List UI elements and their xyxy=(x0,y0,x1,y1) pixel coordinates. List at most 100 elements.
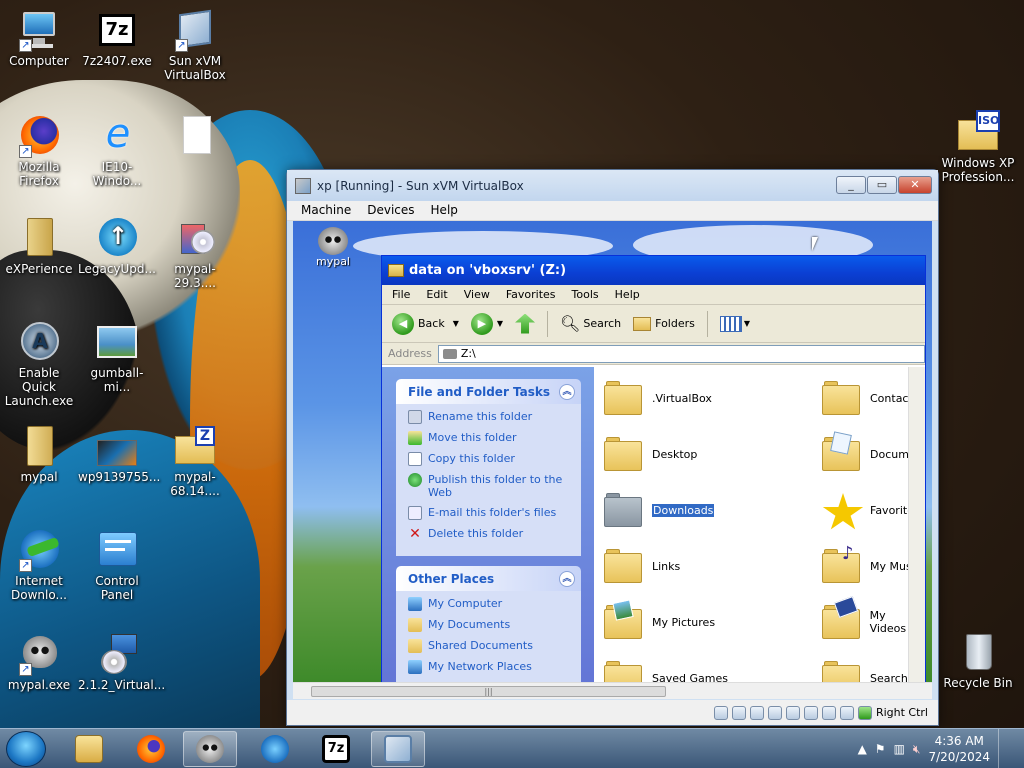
start-button[interactable] xyxy=(6,731,46,767)
desktop-icon-7z2407[interactable]: 7z 7z2407.exe xyxy=(78,8,156,68)
chevron-down-icon[interactable]: ▼ xyxy=(497,319,503,328)
place-shared-documents[interactable]: Shared Documents xyxy=(408,639,573,653)
taskbar-item-internet-download-manager[interactable] xyxy=(248,731,302,767)
file-item-links[interactable]: Links xyxy=(604,549,680,583)
show-desktop-button[interactable] xyxy=(998,729,1010,768)
virtualbox-titlebar[interactable]: xp [Running] - Sun xVM VirtualBox _ ▭ ✕ xyxy=(287,170,938,201)
up-folder-button[interactable] xyxy=(511,309,539,339)
usb-icon[interactable] xyxy=(785,705,800,720)
explorer-titlebar[interactable]: data on 'vboxsrv' (Z:) xyxy=(382,256,925,285)
desktop-icon-enable-quick-launch[interactable]: A Enable Quick Launch.exe xyxy=(0,320,78,408)
views-button[interactable]: ▼ xyxy=(716,309,754,339)
desktop-icon-mypal-zip[interactable]: Z mypal-68.14.... xyxy=(156,424,234,498)
desktop-icon-blank-file[interactable] xyxy=(156,114,234,160)
task-move-folder[interactable]: Move this folder xyxy=(408,431,573,445)
desktop-icon-control-panel[interactable]: Control Panel xyxy=(78,528,156,602)
taskbar-item-firefox[interactable] xyxy=(124,731,178,767)
desktop-icon-recycle-bin[interactable]: Recycle Bin xyxy=(935,630,1021,690)
folders-button[interactable]: Folders xyxy=(629,309,699,339)
desktop-icon-mypal-installer[interactable]: mypal-29.3.... xyxy=(156,216,234,290)
desktop-icon-firefox[interactable]: ↗ Mozilla Firefox xyxy=(0,114,78,188)
image-file-icon xyxy=(95,320,139,364)
desktop-icon-experience[interactable]: eXPerience xyxy=(0,216,78,276)
back-button[interactable]: ◀ Back ▼ xyxy=(388,309,463,339)
guest-display[interactable]: mypal data on 'vboxsrv' (Z:) File Edit V… xyxy=(293,221,932,682)
taskbar-item-explorer[interactable] xyxy=(62,731,116,767)
menu-help[interactable]: Help xyxy=(607,285,648,304)
menu-machine[interactable]: Machine xyxy=(293,201,359,220)
action-center-flag-icon[interactable]: ⚑ xyxy=(875,742,886,756)
network-icon[interactable] xyxy=(767,705,782,720)
menu-devices[interactable]: Devices xyxy=(359,201,422,220)
network-tray-icon[interactable]: ▥ xyxy=(894,742,905,756)
desktop-icon-ie10[interactable]: e IE10-Windo... xyxy=(78,114,156,188)
shared-folders-icon[interactable] xyxy=(803,705,818,720)
place-my-computer[interactable]: My Computer xyxy=(408,597,573,611)
place-my-network-places[interactable]: My Network Places xyxy=(408,660,573,674)
menu-help[interactable]: Help xyxy=(423,201,466,220)
file-folder-tasks-header[interactable]: File and Folder Tasks ︽ xyxy=(396,379,581,404)
desktop-icon-gumball[interactable]: gumball-mi... xyxy=(78,320,156,394)
desktop-icon-computer[interactable]: ↗ Computer xyxy=(0,8,78,68)
maximize-button[interactable]: ▭ xyxy=(867,176,897,194)
file-item-contacts[interactable]: Contacts xyxy=(822,381,919,415)
scrollbar-thumb[interactable]: ||| xyxy=(311,686,666,697)
address-field[interactable]: Z:\ xyxy=(437,344,925,363)
collapse-icon[interactable]: ︽ xyxy=(559,383,575,400)
guest-desktop-icon-mypal[interactable]: mypal xyxy=(311,227,355,268)
menu-file[interactable]: File xyxy=(384,285,418,304)
file-list-scrollbar[interactable] xyxy=(908,367,925,682)
recording-icon[interactable] xyxy=(821,705,836,720)
explorer-window[interactable]: data on 'vboxsrv' (Z:) File Edit View Fa… xyxy=(381,255,926,682)
menu-view[interactable]: View xyxy=(456,285,498,304)
desktop-icon-legacyupdate[interactable]: ↑ LegacyUpd... xyxy=(78,216,156,276)
taskbar-item-virtualbox[interactable] xyxy=(371,731,425,767)
virtualbox-window[interactable]: xp [Running] - Sun xVM VirtualBox _ ▭ ✕ … xyxy=(286,169,939,726)
chevron-down-icon[interactable]: ▼ xyxy=(453,319,459,328)
file-item-downloads[interactable]: Downloads xyxy=(604,493,716,527)
clock[interactable]: 4:36 AM 7/20/2024 xyxy=(928,733,990,765)
hard-disk-icon[interactable] xyxy=(713,705,728,720)
guest-horizontal-scrollbar[interactable]: ||| xyxy=(293,682,932,699)
task-email-files[interactable]: E-mail this folder's files xyxy=(408,506,573,520)
file-item-favorites[interactable]: Favorites xyxy=(822,493,920,530)
task-publish-web[interactable]: Publish this folder to the Web xyxy=(408,473,573,499)
search-button[interactable]: 🔍︎ Search xyxy=(556,309,625,339)
desktop-icon-virtualbox-setup[interactable]: 2.1.2_Virtual... xyxy=(78,632,165,692)
task-copy-folder[interactable]: Copy this folder xyxy=(408,452,573,466)
task-rename-folder[interactable]: Rename this folder xyxy=(408,410,573,424)
cd-drive-icon[interactable] xyxy=(731,705,746,720)
file-item-desktop[interactable]: Desktop xyxy=(604,437,697,471)
desktop-icon-windows-xp-iso[interactable]: ISO Windows XP Profession... xyxy=(935,110,1021,184)
file-item-my-pictures[interactable]: My Pictures xyxy=(604,599,715,639)
mouse-integration-icon[interactable] xyxy=(839,705,854,720)
collapse-icon[interactable]: ︽ xyxy=(559,570,575,587)
desktop-icon-mypal-exe[interactable]: ↗ mypal.exe xyxy=(0,632,78,692)
taskbar-item-mypal[interactable] xyxy=(183,731,237,767)
menu-tools[interactable]: Tools xyxy=(564,285,607,304)
volume-muted-icon[interactable]: 🔇︎ xyxy=(913,742,921,757)
forward-button[interactable]: ▶ ▼ xyxy=(467,309,507,339)
desktop-icon-internet-download-manager[interactable]: ↗ Internet Downlo... xyxy=(0,528,78,602)
menu-favorites[interactable]: Favorites xyxy=(498,285,564,304)
file-item-virtualbox[interactable]: .VirtualBox xyxy=(604,381,712,415)
folder-icon xyxy=(604,661,642,682)
close-button[interactable]: ✕ xyxy=(898,176,932,194)
file-item-my-music[interactable]: ♪ My Music xyxy=(822,543,921,583)
desktop-icon-virtualbox[interactable]: ↗ Sun xVM VirtualBox xyxy=(156,8,234,82)
file-item-saved-games[interactable]: Saved Games xyxy=(604,661,728,682)
file-list[interactable]: .VirtualBox Contacts Desktop Documents D… xyxy=(594,367,925,682)
virtualbox-title: xp [Running] - Sun xVM VirtualBox xyxy=(317,178,524,193)
desktop-icon-mypal-folder[interactable]: mypal xyxy=(0,424,78,484)
floppy-icon[interactable] xyxy=(749,705,764,720)
taskbar-item-7zip[interactable]: 7z xyxy=(309,731,363,767)
iso-file-icon: ISO xyxy=(956,110,1000,154)
file-item-searches[interactable]: Searches xyxy=(822,661,920,682)
place-my-documents[interactable]: My Documents xyxy=(408,618,573,632)
show-hidden-icons-chevron-icon[interactable]: ▲ xyxy=(858,742,867,756)
menu-edit[interactable]: Edit xyxy=(418,285,455,304)
minimize-button[interactable]: _ xyxy=(836,176,866,194)
other-places-header[interactable]: Other Places ︽ xyxy=(396,566,581,591)
desktop-icon-wp9139755[interactable]: wp9139755... xyxy=(78,424,160,484)
task-delete-folder[interactable]: ✕ Delete this folder xyxy=(408,527,573,541)
